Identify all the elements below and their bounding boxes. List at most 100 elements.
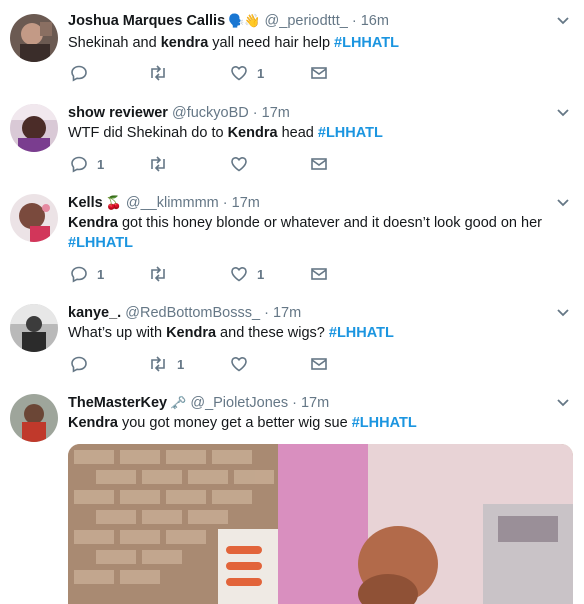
avatar[interactable] [10, 14, 58, 62]
retweet-icon [151, 156, 165, 172]
text-part: and these wigs? [216, 325, 329, 341]
retweet-count: 1 [177, 356, 185, 372]
tweet-header: kanye_. @RedBottomBosss_ · 17m [68, 304, 301, 322]
envelope-icon [311, 67, 327, 79]
tweet-text: Shekinah and kendra yall need hair help … [68, 33, 568, 53]
timestamp[interactable]: 17m [273, 305, 301, 321]
separator: · [218, 195, 232, 211]
text-part: got this honey blonde or whatever and it… [117, 215, 542, 231]
tweet-header: TheMasterKey 🗝️ @_PioletJones · 17m [68, 394, 329, 412]
reply-button[interactable]: 1 [70, 264, 104, 284]
tweet-actions: 1 [68, 354, 368, 374]
envelope-icon [311, 268, 327, 280]
tweet[interactable]: TheMasterKey 🗝️ @_PioletJones · 17m Kendr… [0, 382, 584, 604]
retweet-icon [151, 356, 165, 372]
hashtag-link[interactable]: #LHHATL [68, 235, 133, 251]
avatar[interactable] [10, 394, 58, 442]
reply-icon [71, 356, 87, 373]
envelope-icon [311, 158, 327, 170]
tweet-header: Kells 🍒 @__klimmmm · 17m [68, 194, 260, 212]
hashtag-link[interactable]: #LHHATL [352, 415, 417, 431]
dm-button[interactable] [310, 154, 328, 174]
keyword: Kendra [227, 125, 278, 141]
display-name[interactable]: kanye_. [68, 305, 121, 321]
like-button[interactable]: 1 [230, 264, 264, 284]
avatar[interactable] [10, 104, 58, 152]
retweet-button[interactable] [148, 154, 177, 174]
text-part: WTF did Shekinah do to [68, 125, 228, 141]
like-button[interactable] [230, 154, 257, 174]
username[interactable]: @__klimmmm [126, 195, 219, 211]
tweet[interactable]: show reviewer @fuckyoBD · 17m WTF did Sh… [0, 92, 584, 183]
timestamp[interactable]: 17m [301, 395, 329, 411]
reply-icon [71, 156, 87, 173]
reply-count: 1 [97, 266, 105, 282]
dm-button[interactable] [310, 354, 328, 374]
tweet[interactable]: kanye_. @RedBottomBosss_ · 17m What’s up… [0, 292, 584, 383]
timestamp[interactable]: 16m [361, 13, 389, 29]
display-name[interactable]: TheMasterKey [68, 395, 167, 411]
like-button[interactable]: 1 [230, 63, 264, 83]
timestamp[interactable]: 17m [232, 195, 260, 211]
tweet[interactable]: Joshua Marques Callis 🗣️👋 @_periodttt_ · … [0, 0, 584, 93]
heart-icon [231, 356, 247, 372]
text-part: Shekinah and [68, 35, 161, 51]
display-name[interactable]: Joshua Marques Callis [68, 13, 225, 29]
username[interactable]: @_periodttt_ [265, 13, 348, 29]
tweet-text: Kendra got this honey blonde or whatever… [68, 213, 568, 253]
name-emoji: 🗣️👋 [228, 13, 261, 28]
dm-button[interactable] [310, 63, 328, 83]
heart-icon [231, 266, 247, 282]
retweet-icon [151, 65, 165, 81]
display-name[interactable]: show reviewer [68, 105, 168, 121]
separator: · [260, 305, 273, 321]
tweet-actions: 1 1 [68, 264, 368, 284]
reply-icon [71, 266, 87, 283]
tweet[interactable]: Kells 🍒 @__klimmmm · 17m Kendra got this … [0, 182, 584, 293]
heart-icon [231, 65, 247, 81]
reply-button[interactable] [70, 354, 97, 374]
tweet-header: show reviewer @fuckyoBD · 17m [68, 104, 290, 122]
tweet-text: What’s up with Kendra and these wigs? #L… [68, 323, 568, 343]
envelope-icon [311, 358, 327, 370]
hashtag-link[interactable]: #LHHATL [334, 35, 399, 51]
text-part: What’s up with [68, 325, 167, 341]
avatar[interactable] [10, 194, 58, 242]
hashtag-link[interactable]: #LHHATL [329, 325, 394, 341]
reply-count: 1 [97, 156, 105, 172]
chevron-down-icon[interactable] [556, 308, 570, 318]
text-part: you got money get a better wig sue [117, 415, 352, 431]
tweet-media-image[interactable] [68, 444, 573, 604]
keyword: Kendra [166, 325, 217, 341]
reply-button[interactable]: 1 [70, 154, 104, 174]
chevron-down-icon[interactable] [556, 198, 570, 208]
dm-button[interactable] [310, 264, 328, 284]
username[interactable]: @RedBottomBosss_ [125, 305, 260, 321]
chevron-down-icon[interactable] [556, 16, 570, 26]
avatar[interactable] [10, 304, 58, 352]
tweet-text: Kendra you got money get a better wig su… [68, 413, 568, 433]
like-button[interactable] [230, 354, 257, 374]
separator: · [347, 13, 361, 29]
heart-icon [231, 156, 247, 172]
reply-button[interactable] [70, 63, 97, 83]
reply-icon [71, 65, 87, 82]
retweet-button[interactable] [148, 264, 177, 284]
keyword: kendra [160, 35, 209, 51]
tweet-actions: 1 [68, 63, 368, 83]
separator: · [288, 395, 301, 411]
username[interactable]: @_PioletJones [190, 395, 288, 411]
text-part: yall need hair help [208, 35, 335, 51]
chevron-down-icon[interactable] [556, 108, 570, 118]
like-count: 1 [257, 266, 265, 282]
username[interactable]: @fuckyoBD [172, 105, 249, 121]
hashtag-link[interactable]: #LHHATL [318, 125, 383, 141]
chevron-down-icon[interactable] [556, 398, 570, 408]
display-name[interactable]: Kells [68, 195, 103, 211]
retweet-button[interactable] [148, 63, 177, 83]
tweet-text: WTF did Shekinah do to Kendra head #LHHA… [68, 123, 568, 143]
tweet-actions: 1 [68, 154, 368, 174]
keyword: Kendra [68, 215, 118, 231]
timestamp[interactable]: 17m [262, 105, 290, 121]
retweet-button[interactable]: 1 [148, 354, 184, 374]
